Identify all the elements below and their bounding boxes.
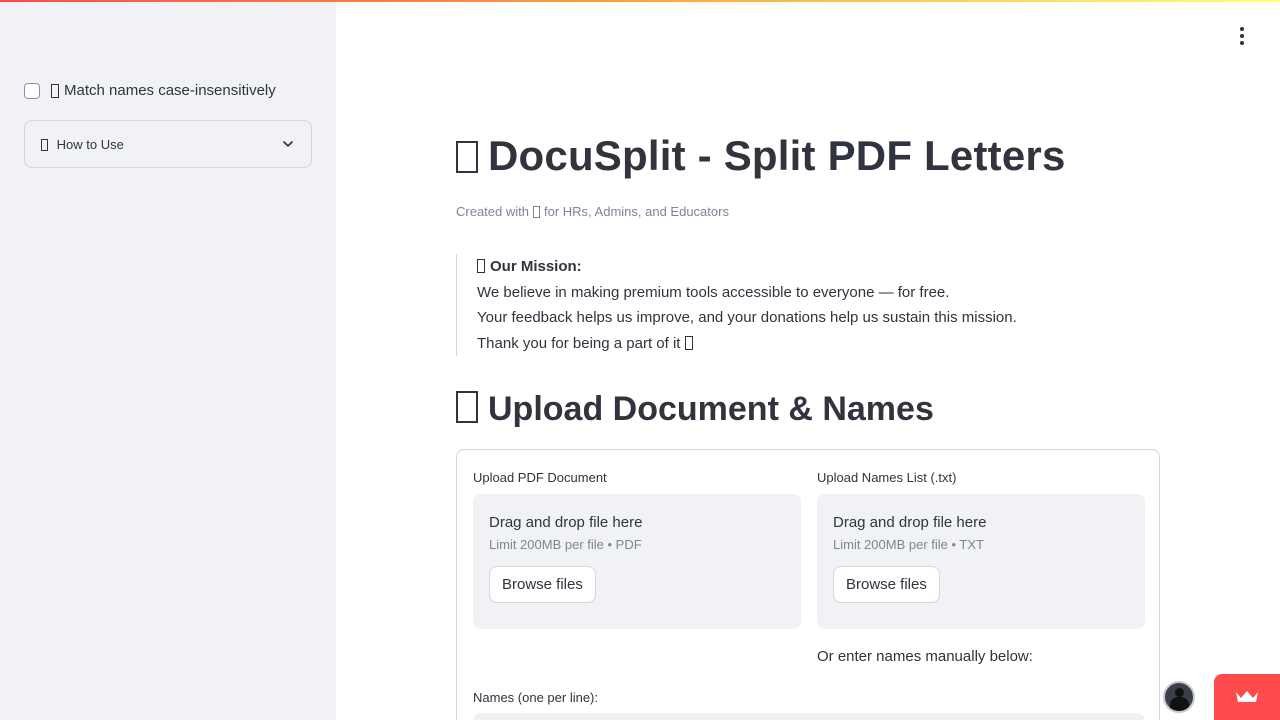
how-to-use-expander[interactable]: How to Use [24,120,312,168]
emoji-placeholder-icon [477,259,485,273]
mission-heading: Our Mission: [490,258,582,275]
sidebar: Match names case-insensitively How to Us… [0,0,336,720]
emoji-placeholder-icon [456,391,478,423]
emoji-placeholder-icon [456,141,478,173]
pdf-drop-text: Drag and drop file here [489,514,643,531]
mission-line-2: Your feedback helps us improve, and your… [477,309,1017,326]
names-drop-text: Drag and drop file here [833,514,987,531]
mission-line-1: We believe in making premium tools acces… [477,283,950,301]
manual-entry-hint: Or enter names manually below: [817,648,1033,665]
names-textarea[interactable] [473,713,1145,720]
names-uploader-label: Upload Names List (.txt) [817,470,957,485]
top-decoration-bar [0,0,1280,2]
pdf-browse-button[interactable]: Browse files [489,566,596,603]
user-avatar[interactable] [1163,681,1195,713]
chevron-down-icon [281,137,295,151]
page-title: DocuSplit - Split PDF Letters [456,132,1066,180]
names-textarea-label: Names (one per line): [473,690,598,705]
names-limit-text: Limit 200MB per file • TXT [833,537,984,552]
emoji-placeholder-icon [684,335,693,350]
crown-icon[interactable] [1214,674,1280,720]
checkbox-label: Match names case-insensitively [64,82,276,99]
mission-blockquote: Our Mission: We believe in making premiu… [456,254,1017,356]
emoji-placeholder-icon [51,83,59,98]
kebab-menu-icon[interactable] [1232,26,1252,46]
upload-panel: Upload PDF Document Drag and drop file h… [456,449,1160,720]
pdf-limit-text: Limit 200MB per file • PDF [489,537,642,552]
emoji-placeholder-icon [532,206,540,218]
main-content: DocuSplit - Split PDF Letters Created wi… [336,0,1280,720]
emoji-placeholder-icon [41,138,48,151]
upload-section-heading: Upload Document & Names [456,390,934,429]
names-dropzone[interactable]: Drag and drop file here Limit 200MB per … [817,494,1145,629]
case-insensitive-checkbox[interactable]: Match names case-insensitively [24,82,276,99]
mission-line-3: Thank you for being a part of it [477,334,681,352]
expander-label: How to Use [56,136,124,152]
names-browse-button[interactable]: Browse files [833,566,940,603]
pdf-uploader-label: Upload PDF Document [473,470,607,485]
page-caption: Created with for HRs, Admins, and Educato… [456,204,729,219]
checkbox-input[interactable] [24,82,40,99]
pdf-dropzone[interactable]: Drag and drop file here Limit 200MB per … [473,494,801,629]
